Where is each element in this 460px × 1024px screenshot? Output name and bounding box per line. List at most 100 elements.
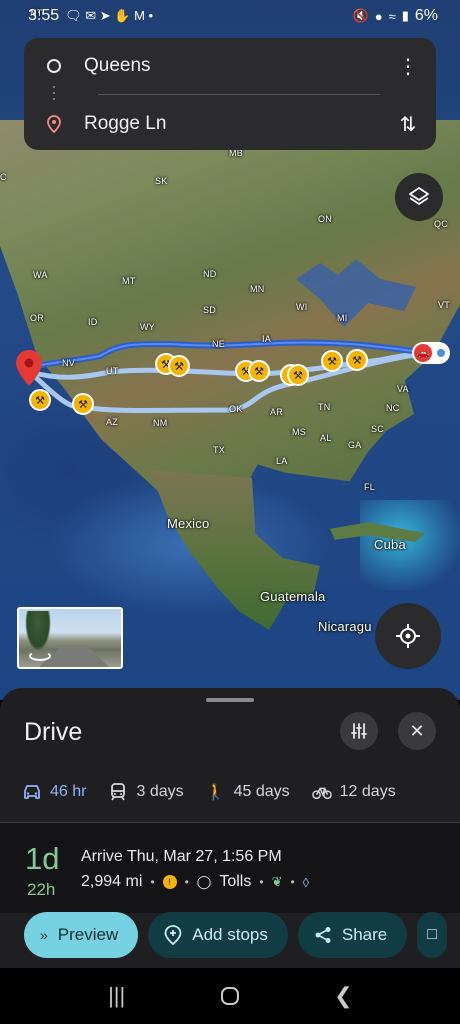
road-work-icon[interactable]: ⚒	[168, 355, 190, 377]
map-label-nc: NC	[386, 403, 400, 413]
layers-button[interactable]	[395, 173, 443, 221]
origin-row[interactable]: Queens ⋮	[24, 44, 436, 88]
map-label-nicaragua: Nicaragu	[318, 619, 372, 634]
preview-button[interactable]: » Preview	[24, 912, 139, 958]
home-icon[interactable]	[210, 976, 250, 1016]
road-work-icon[interactable]: ⚒	[72, 393, 94, 415]
map-label-mn: MN	[250, 284, 265, 294]
preview-label: Preview	[57, 925, 119, 944]
map-label-qc: QC	[434, 219, 448, 229]
my-location-button[interactable]	[375, 603, 441, 669]
map-label-cuba: Cuba	[374, 537, 406, 552]
destination-row[interactable]: Rogge Ln ⇅	[24, 102, 436, 146]
drag-handle[interactable]	[206, 698, 254, 702]
separator-dot: •	[150, 875, 155, 889]
map-label-or: OR	[30, 313, 44, 323]
map-label-ok: OK	[229, 404, 243, 414]
map-label-vt: VT	[438, 300, 450, 310]
map-label-ga: GA	[348, 440, 362, 450]
close-icon: ✕	[409, 720, 425, 741]
tolls-label: Tolls	[219, 873, 252, 890]
road-work-icon[interactable]: ⚒	[287, 364, 309, 386]
notification-icons: 🗨 ✉ ➤ ✋ M •	[65, 8, 154, 23]
map-label-sc: SC	[371, 424, 384, 434]
tab-transit-label: 3 days	[136, 783, 184, 800]
bike-icon	[311, 782, 332, 802]
separator-dot: •	[290, 875, 295, 889]
distance: 2,994 mi	[81, 873, 143, 890]
arrival-time: Arrive Thu, Mar 27, 1:56 PM	[81, 848, 282, 865]
tab-walk[interactable]: 🚶 45 days	[184, 782, 290, 802]
street-view-thumbnail[interactable]	[17, 607, 123, 669]
location-pin-icon[interactable]	[16, 350, 42, 386]
map-label-sd: SD	[203, 305, 216, 315]
sheet-title: Drive	[24, 718, 83, 746]
route-details: 2,994 mi • ! • ◯ Tolls • ❦ • ◊	[81, 873, 309, 891]
route-card: Queens ⋮ Rogge Ln ⇅	[24, 38, 436, 150]
tab-walk-label: 45 days	[233, 783, 290, 800]
map-label-mexico: Mexico	[167, 516, 210, 531]
map-label-on: ON	[318, 214, 332, 224]
road-work-icon[interactable]: ⚒	[248, 360, 270, 382]
tab-bike[interactable]: 12 days	[290, 782, 396, 802]
map-label-nd: ND	[203, 269, 217, 279]
tab-transit[interactable]: 3 days	[86, 782, 184, 802]
more-vert-icon[interactable]: ⋮	[380, 54, 436, 79]
map-label-ia: IA	[262, 334, 271, 344]
duration-hours: 22h	[27, 880, 56, 899]
location-icon: ●	[374, 8, 383, 24]
close-button[interactable]: ✕	[398, 712, 436, 750]
system-nav-bar: ||| ❮	[0, 968, 460, 1024]
double-chevron-icon: »	[40, 927, 48, 943]
map-label-mi: MI	[337, 313, 348, 323]
train-icon	[108, 782, 128, 802]
route-options-button[interactable]	[340, 712, 378, 750]
road-work-icon[interactable]: ⚒	[29, 389, 51, 411]
road-work-icon[interactable]: ⚒	[321, 350, 343, 372]
recent-apps-icon[interactable]: |||	[97, 976, 137, 1016]
street-view-tree	[25, 611, 51, 651]
map-label-nv: NV	[62, 358, 75, 368]
car-icon: 🚗	[414, 344, 432, 362]
road-work-icon[interactable]: ⚒	[346, 349, 368, 371]
share-icon	[315, 927, 331, 943]
destination-field[interactable]: Rogge Ln	[84, 113, 380, 135]
share-button[interactable]: Share	[297, 912, 408, 958]
origin-field[interactable]: Queens	[84, 55, 380, 77]
tab-bike-label: 12 days	[339, 783, 396, 800]
separator-dot: •	[259, 875, 264, 889]
tab-drive[interactable]: 46 hr	[0, 782, 86, 802]
walk-icon: 🚶	[205, 784, 226, 801]
signal-icon: ▮	[401, 8, 409, 23]
add-stops-button[interactable]: Add stops	[148, 912, 288, 958]
more-actions-button[interactable]: □	[417, 912, 448, 958]
origin-circle-icon	[47, 59, 61, 73]
back-icon[interactable]: ❮	[323, 976, 363, 1016]
origin-dot-icon	[435, 347, 447, 359]
map-label-ne: NE	[212, 339, 225, 349]
map-label-tx: TX	[213, 445, 225, 455]
add-location-icon	[164, 925, 182, 945]
origin-marker[interactable]: 🚗	[412, 342, 450, 364]
pin-icon: □	[427, 926, 437, 943]
location-pin-icon	[47, 115, 61, 133]
swap-vert-icon[interactable]: ⇅	[380, 112, 436, 137]
travel-mode-tabs: 46 hr 3 days 🚶 45 days 12 days	[0, 770, 460, 814]
share-label: Share	[341, 925, 388, 944]
fuel-drop-icon: ◊	[302, 874, 310, 890]
route-connector	[53, 86, 55, 100]
action-buttons: » Preview Add stops Share □	[24, 912, 460, 960]
map-label-az: AZ	[106, 417, 118, 427]
map-label-fl: FL	[364, 482, 375, 492]
toll-icon: ◯	[196, 874, 212, 889]
rotate-360-icon	[29, 651, 51, 661]
map-label-ms: MS	[292, 427, 306, 437]
warning-icon: !	[162, 875, 177, 889]
route-summary[interactable]: 1d 22h Arrive Thu, Mar 27, 1:56 PM 2,994…	[0, 823, 460, 913]
map-label-sk: SK	[155, 176, 168, 186]
tab-drive-label: 46 hr	[50, 783, 87, 800]
status-time: 3:55	[28, 7, 60, 24]
crosshair-icon	[396, 624, 420, 648]
map-label-wy: WY	[140, 322, 155, 332]
map-label-ut: UT	[106, 366, 119, 376]
